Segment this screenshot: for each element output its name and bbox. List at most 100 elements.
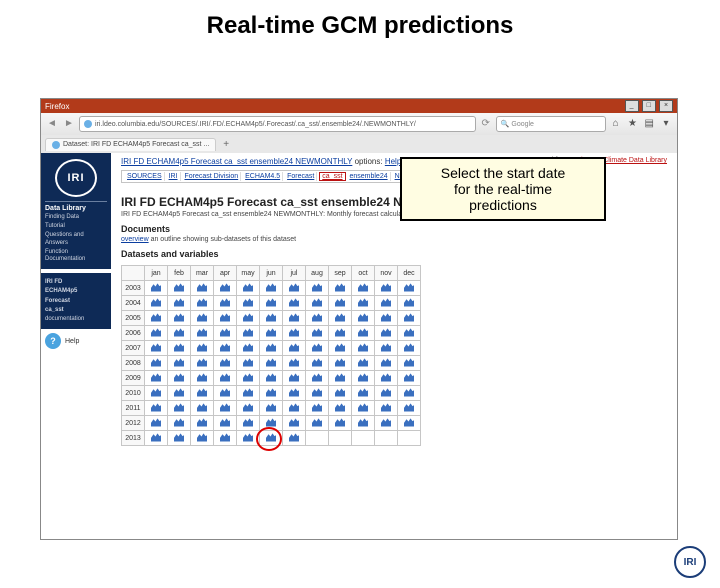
grid-cell[interactable] bbox=[352, 416, 375, 431]
data-icon[interactable] bbox=[151, 373, 161, 382]
data-icon[interactable] bbox=[197, 328, 207, 337]
data-icon[interactable] bbox=[174, 283, 184, 292]
grid-cell[interactable] bbox=[168, 371, 191, 386]
grid-cell[interactable] bbox=[168, 401, 191, 416]
data-icon[interactable] bbox=[197, 388, 207, 397]
data-icon[interactable] bbox=[266, 433, 276, 442]
data-icon[interactable] bbox=[151, 283, 161, 292]
grid-cell[interactable] bbox=[145, 386, 168, 401]
data-icon[interactable] bbox=[358, 373, 368, 382]
grid-cell[interactable] bbox=[283, 371, 306, 386]
data-icon[interactable] bbox=[335, 403, 345, 412]
grid-cell[interactable] bbox=[237, 356, 260, 371]
grid-cell[interactable] bbox=[214, 296, 237, 311]
data-icon[interactable] bbox=[266, 418, 276, 427]
search-bar[interactable]: 🔍 Google bbox=[496, 116, 606, 132]
grid-cell[interactable] bbox=[237, 416, 260, 431]
data-icon[interactable] bbox=[151, 313, 161, 322]
data-icon[interactable] bbox=[289, 298, 299, 307]
grid-cell[interactable] bbox=[145, 371, 168, 386]
browser-tab[interactable]: Dataset: IRI FD ECHAM4p5 Forecast ca_sst… bbox=[45, 138, 216, 151]
data-icon[interactable] bbox=[335, 343, 345, 352]
data-icon[interactable] bbox=[289, 283, 299, 292]
data-icon[interactable] bbox=[266, 358, 276, 367]
grid-cell[interactable] bbox=[283, 386, 306, 401]
url-bar[interactable]: iri.ldeo.columbia.edu/SOURCES/.IRI/.FD/.… bbox=[79, 116, 476, 132]
grid-cell[interactable] bbox=[237, 311, 260, 326]
data-icon[interactable] bbox=[289, 403, 299, 412]
grid-cell[interactable] bbox=[352, 341, 375, 356]
data-icon[interactable] bbox=[174, 388, 184, 397]
data-icon[interactable] bbox=[174, 343, 184, 352]
grid-cell[interactable] bbox=[145, 311, 168, 326]
grid-cell[interactable] bbox=[352, 311, 375, 326]
data-icon[interactable] bbox=[151, 388, 161, 397]
bookmark-icon[interactable]: ★ bbox=[625, 117, 639, 131]
grid-cell[interactable] bbox=[375, 311, 398, 326]
grid-cell[interactable] bbox=[329, 281, 352, 296]
data-icon[interactable] bbox=[312, 298, 322, 307]
data-icon[interactable] bbox=[358, 343, 368, 352]
grid-cell[interactable] bbox=[237, 401, 260, 416]
grid-cell[interactable] bbox=[375, 371, 398, 386]
data-icon[interactable] bbox=[358, 298, 368, 307]
grid-cell[interactable] bbox=[375, 281, 398, 296]
grid-cell[interactable] bbox=[191, 386, 214, 401]
src-part[interactable]: Forecast Division bbox=[182, 172, 241, 181]
breadcrumb-help[interactable]: Help bbox=[385, 157, 401, 166]
data-icon[interactable] bbox=[151, 418, 161, 427]
data-icon[interactable] bbox=[220, 403, 230, 412]
data-icon[interactable] bbox=[151, 433, 161, 442]
grid-cell[interactable] bbox=[398, 311, 421, 326]
data-icon[interactable] bbox=[220, 343, 230, 352]
grid-cell[interactable] bbox=[191, 281, 214, 296]
data-icon[interactable] bbox=[381, 388, 391, 397]
grid-cell[interactable] bbox=[214, 401, 237, 416]
grid-cell[interactable] bbox=[260, 311, 283, 326]
data-icon[interactable] bbox=[312, 313, 322, 322]
data-icon[interactable] bbox=[266, 388, 276, 397]
data-icon[interactable] bbox=[335, 298, 345, 307]
data-icon[interactable] bbox=[266, 283, 276, 292]
new-tab-button[interactable]: + bbox=[218, 139, 234, 150]
grid-cell[interactable] bbox=[145, 401, 168, 416]
data-icon[interactable] bbox=[312, 388, 322, 397]
data-icon[interactable] bbox=[243, 328, 253, 337]
grid-cell[interactable] bbox=[260, 371, 283, 386]
grid-cell[interactable] bbox=[398, 356, 421, 371]
grid-cell[interactable] bbox=[260, 431, 283, 446]
grid-cell[interactable] bbox=[283, 431, 306, 446]
data-icon[interactable] bbox=[312, 403, 322, 412]
grid-cell[interactable] bbox=[283, 296, 306, 311]
grid-cell[interactable] bbox=[191, 296, 214, 311]
data-icon[interactable] bbox=[358, 313, 368, 322]
data-icon[interactable] bbox=[404, 298, 414, 307]
data-icon[interactable] bbox=[197, 343, 207, 352]
data-icon[interactable] bbox=[404, 328, 414, 337]
grid-cell[interactable] bbox=[168, 326, 191, 341]
src-part[interactable]: ECHAM4.5 bbox=[243, 172, 283, 181]
data-icon[interactable] bbox=[289, 418, 299, 427]
data-icon[interactable] bbox=[266, 328, 276, 337]
grid-cell[interactable] bbox=[375, 416, 398, 431]
data-icon[interactable] bbox=[335, 418, 345, 427]
grid-cell[interactable] bbox=[168, 296, 191, 311]
grid-cell[interactable] bbox=[375, 296, 398, 311]
grid-cell[interactable] bbox=[306, 401, 329, 416]
grid-cell[interactable] bbox=[352, 371, 375, 386]
grid-cell[interactable] bbox=[191, 311, 214, 326]
grid-cell[interactable] bbox=[352, 326, 375, 341]
data-icon[interactable] bbox=[404, 358, 414, 367]
data-icon[interactable] bbox=[289, 433, 299, 442]
data-icon[interactable] bbox=[243, 433, 253, 442]
data-icon[interactable] bbox=[358, 328, 368, 337]
data-icon[interactable] bbox=[197, 418, 207, 427]
grid-cell[interactable] bbox=[375, 326, 398, 341]
data-icon[interactable] bbox=[197, 358, 207, 367]
menu-icon[interactable]: ▾ bbox=[659, 117, 673, 131]
sidebar-item[interactable]: Finding Data bbox=[45, 214, 107, 221]
grid-cell[interactable] bbox=[214, 341, 237, 356]
data-icon[interactable] bbox=[312, 358, 322, 367]
grid-cell[interactable] bbox=[329, 326, 352, 341]
grid-cell[interactable] bbox=[306, 416, 329, 431]
